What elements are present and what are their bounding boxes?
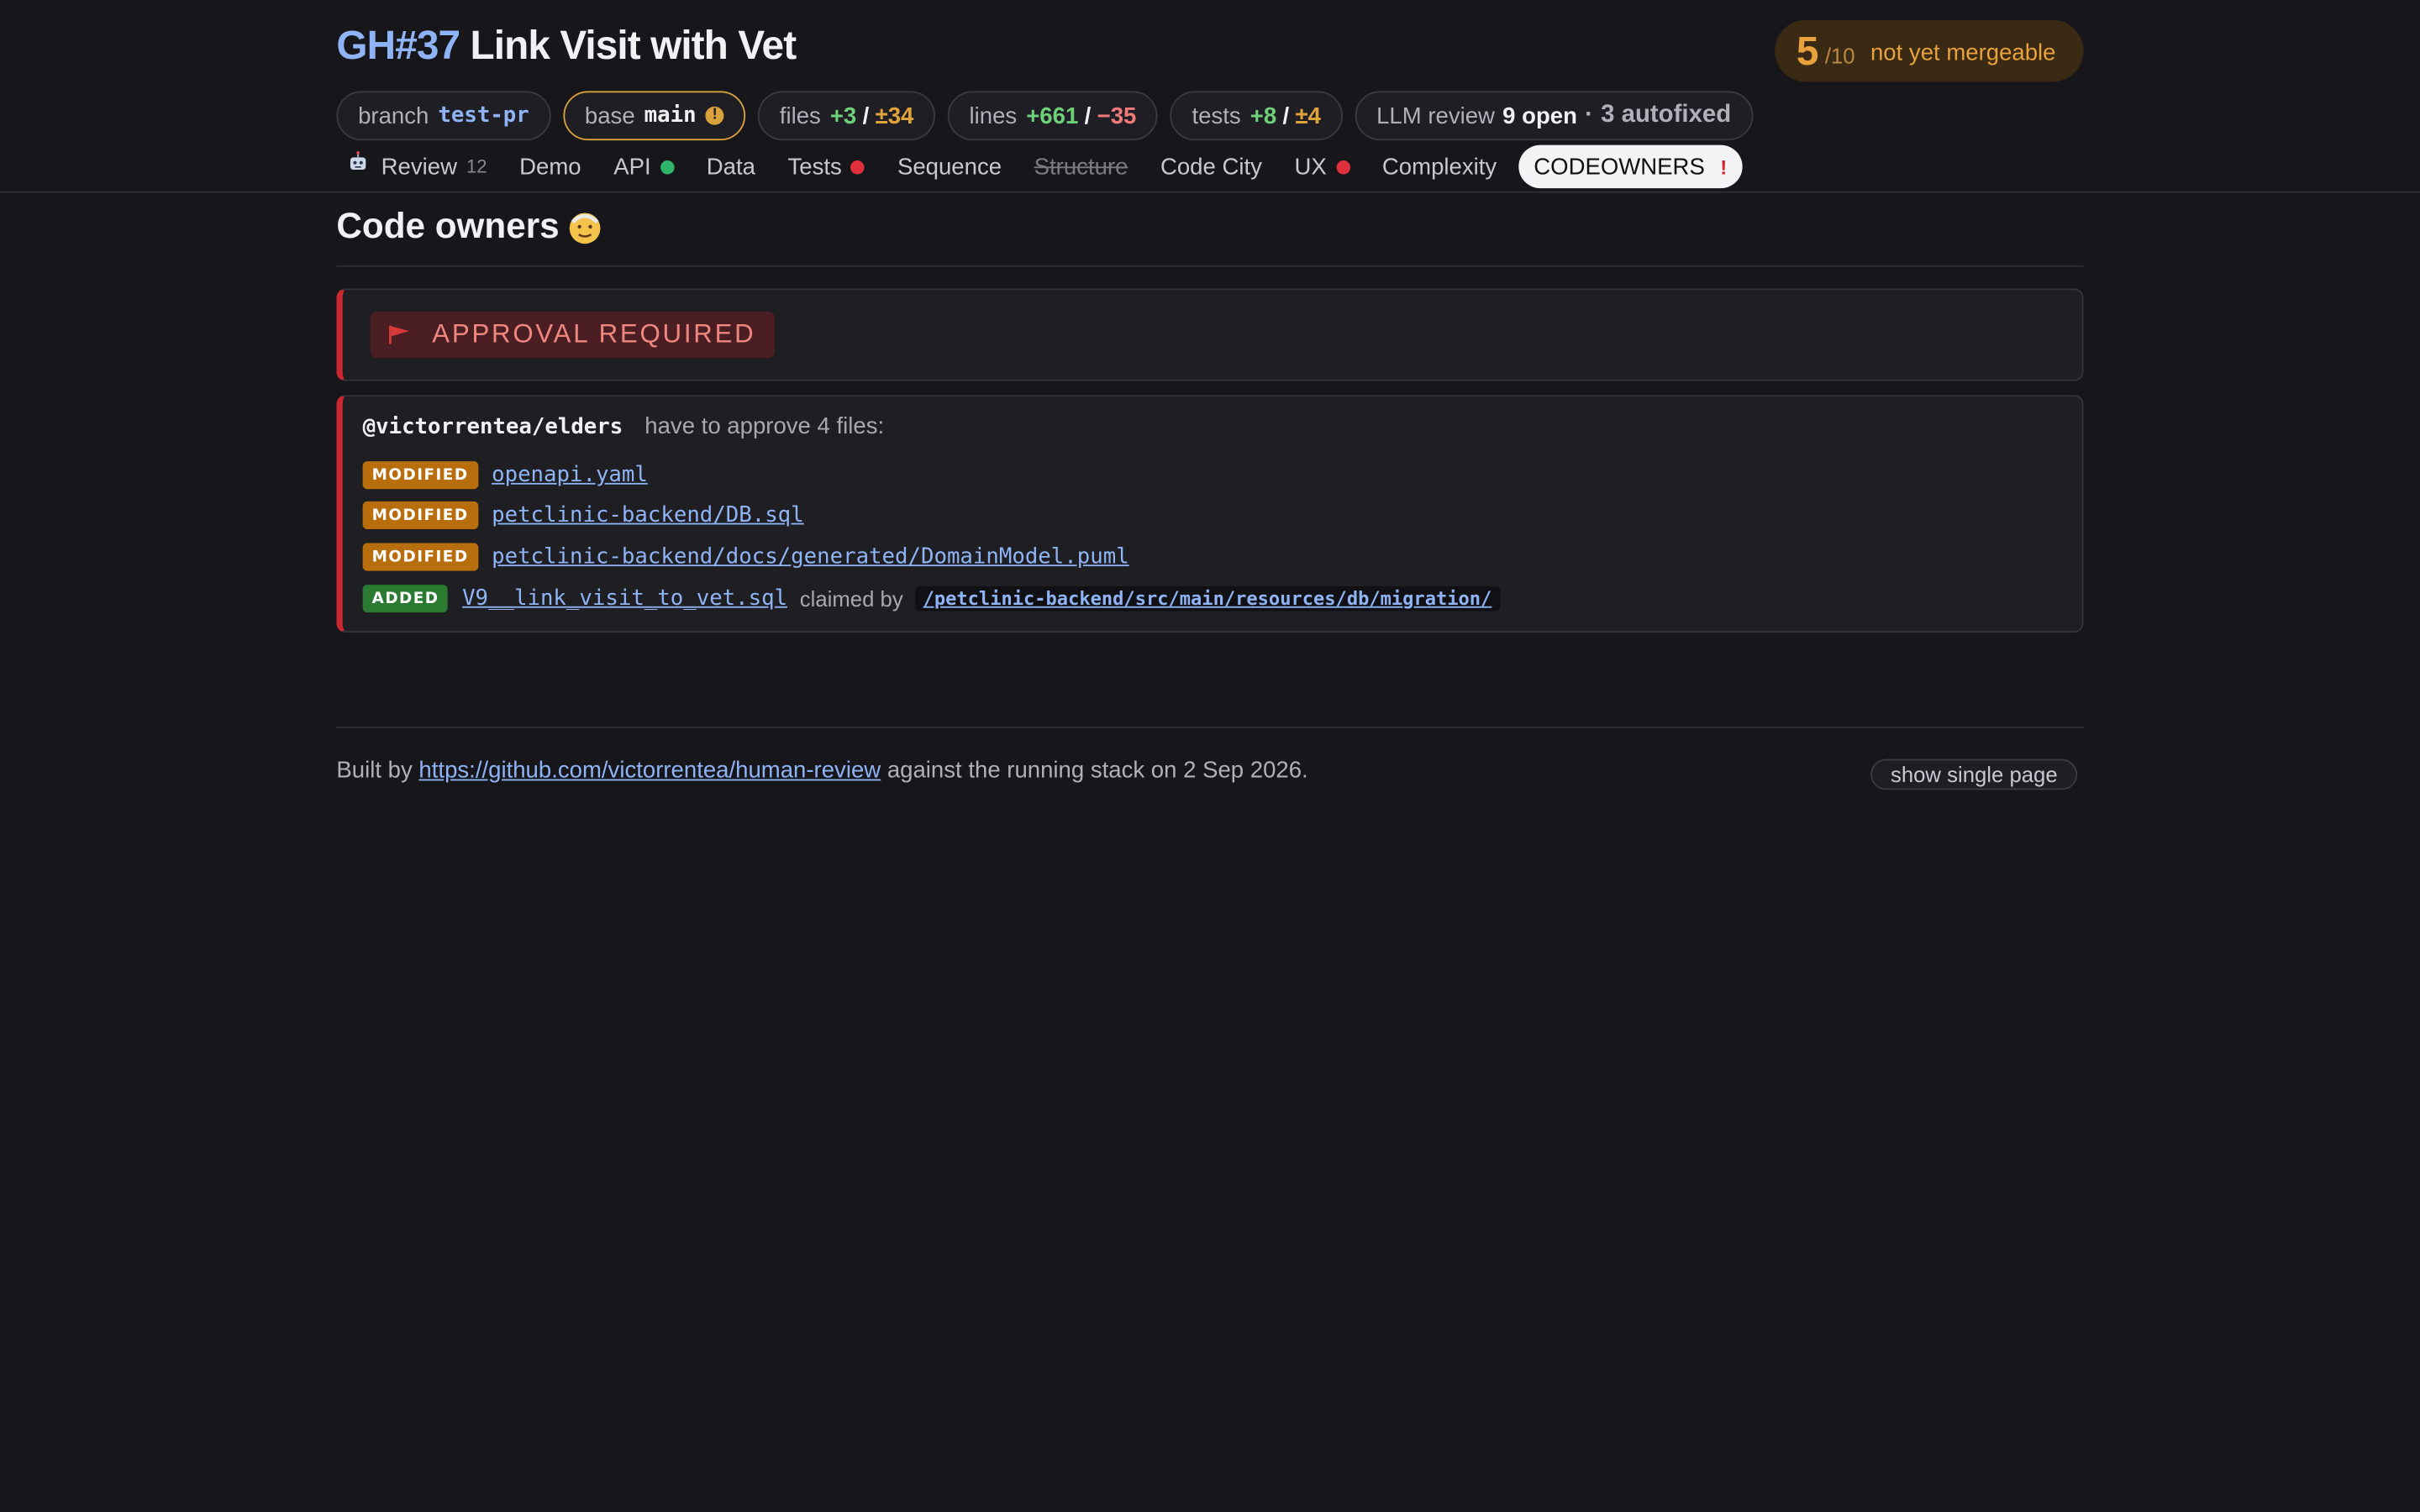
status-badge: ADDED bbox=[362, 585, 449, 613]
tab-tests[interactable]: Tests bbox=[777, 145, 876, 188]
robot-icon bbox=[350, 150, 366, 171]
show-single-page-button[interactable]: show single page bbox=[1870, 759, 2078, 790]
approval-text: APPROVAL REQUIRED bbox=[432, 319, 756, 349]
footer: Built by https://github.com/victorrentea… bbox=[336, 758, 1307, 784]
tab-label: Complexity bbox=[1381, 153, 1497, 180]
file-link[interactable]: V9__link_visit_to_vet.sql bbox=[462, 586, 787, 611]
list-item: MODIFIED petclinic-backend/DB.sql bbox=[362, 498, 804, 532]
tab-codeowners[interactable]: CODEOWNERS ! bbox=[1518, 144, 1743, 189]
llm-open-count: 9 open bbox=[1502, 102, 1577, 129]
tab-sequence[interactable]: Sequence bbox=[886, 145, 1013, 188]
files-added: +3 bbox=[829, 102, 857, 129]
tab-label: Structure bbox=[1034, 153, 1128, 180]
pr-title: Link Visit with Vet bbox=[470, 21, 797, 68]
tab-data[interactable]: Data bbox=[696, 145, 766, 188]
footer-divider bbox=[336, 727, 2084, 728]
lines-chip[interactable]: lines +661 / −35 bbox=[947, 91, 1159, 141]
llm-separator: · bbox=[1585, 102, 1593, 129]
tab-ux[interactable]: UX bbox=[1284, 145, 1361, 188]
tab-demo[interactable]: Demo bbox=[508, 145, 592, 188]
tab-label: CODEOWNERS bbox=[1534, 153, 1705, 180]
tab-label: UX bbox=[1294, 153, 1327, 180]
pr-id-link[interactable]: GH#37 bbox=[336, 22, 460, 68]
score-max: /10 bbox=[1824, 43, 1855, 68]
tests-separator: / bbox=[1282, 102, 1290, 129]
footer-prefix: Built by bbox=[336, 757, 413, 785]
tab-alert-marker: ! bbox=[1720, 155, 1728, 179]
tab-label: API bbox=[613, 153, 651, 180]
tab-bar: Review 12 Demo API Data Tests Sequence S… bbox=[336, 144, 1753, 189]
page-title: GH#37 Link Visit with Vet bbox=[336, 21, 797, 70]
footer-suffix: against the running stack on 2 Sep 2026. bbox=[886, 757, 1308, 785]
llm-autofixed-count: 3 autofixed bbox=[1601, 102, 1732, 129]
tests-label: tests bbox=[1192, 102, 1241, 129]
llm-label: LLM review bbox=[1376, 102, 1495, 129]
claimed-by-label: claimed by bbox=[799, 585, 903, 612]
files-label: files bbox=[779, 102, 821, 129]
tests-added: +8 bbox=[1249, 102, 1277, 129]
list-item: MODIFIED openapi.yaml bbox=[362, 458, 648, 491]
base-value: main bbox=[644, 103, 697, 129]
tab-label: Code City bbox=[1160, 153, 1262, 180]
branch-label: branch bbox=[358, 102, 429, 129]
lines-added: +661 bbox=[1026, 102, 1079, 129]
lines-removed: −35 bbox=[1097, 102, 1137, 129]
list-item: ADDED V9__link_visit_to_vet.sql claimed … bbox=[362, 581, 1500, 615]
old-man-face-icon bbox=[570, 212, 602, 244]
approval-tag: APPROVAL REQUIRED bbox=[370, 312, 775, 359]
header-divider bbox=[0, 191, 2420, 193]
files-chip[interactable]: files +3 / ±34 bbox=[758, 91, 936, 141]
files-separator: / bbox=[862, 102, 870, 129]
tab-complexity[interactable]: Complexity bbox=[1371, 145, 1507, 188]
score-value: 5 bbox=[1796, 27, 1819, 74]
base-label: base bbox=[584, 102, 635, 129]
section-divider bbox=[336, 265, 2084, 267]
footer-repo-link[interactable]: https://github.com/victorrentea/human-re… bbox=[418, 758, 881, 784]
owner-line: @victorrentea/elders have to approve 4 f… bbox=[363, 413, 885, 439]
merge-status: not yet mergeable bbox=[1870, 39, 2056, 66]
status-badge: MODIFIED bbox=[362, 543, 478, 571]
tab-label: Data bbox=[706, 153, 755, 180]
status-badge: MODIFIED bbox=[362, 461, 478, 490]
flag-icon bbox=[388, 325, 409, 344]
section-title: Code owners bbox=[336, 205, 602, 247]
status-badge: MODIFIED bbox=[362, 501, 478, 529]
file-link[interactable]: petclinic-backend/docs/generated/DomainM… bbox=[492, 544, 1129, 569]
stats-chips: branch test-pr base main ! files +3 / ±3… bbox=[336, 91, 1753, 141]
status-dot-red bbox=[850, 160, 865, 174]
approval-alert: APPROVAL REQUIRED bbox=[336, 288, 2084, 381]
tab-count: 12 bbox=[466, 155, 487, 178]
llm-review-chip[interactable]: LLM review 9 open · 3 autofixed bbox=[1355, 91, 1753, 141]
tab-label: Review bbox=[381, 153, 458, 180]
tab-structure[interactable]: Structure bbox=[1023, 145, 1139, 188]
tab-code-city[interactable]: Code City bbox=[1150, 145, 1273, 188]
score-badge: 5 /10 not yet mergeable bbox=[1775, 19, 2084, 82]
file-link[interactable]: openapi.yaml bbox=[492, 463, 648, 487]
owner-team: @victorrentea/elders bbox=[362, 415, 623, 440]
list-item: MODIFIED petclinic-backend/docs/generate… bbox=[362, 540, 1129, 574]
claimed-path-link[interactable]: /petclinic-backend/src/main/resources/db… bbox=[915, 585, 1500, 612]
base-chip[interactable]: base main ! bbox=[563, 91, 746, 141]
page: GH#37 Link Visit with Vet 5 /10 not yet … bbox=[0, 0, 2420, 1512]
status-dot-green bbox=[660, 160, 675, 174]
owners-panel: @victorrentea/elders have to approve 4 f… bbox=[336, 395, 2084, 633]
tab-api[interactable]: API bbox=[602, 145, 685, 188]
lines-label: lines bbox=[969, 102, 1018, 129]
warning-icon: ! bbox=[705, 106, 724, 125]
tab-label: Tests bbox=[787, 153, 842, 180]
tab-review[interactable]: Review 12 bbox=[336, 145, 497, 188]
tab-label: Sequence bbox=[897, 153, 1002, 180]
branch-value: test-pr bbox=[438, 103, 529, 129]
files-changed: ±34 bbox=[875, 102, 914, 129]
lines-separator: / bbox=[1084, 102, 1092, 129]
file-link[interactable]: petclinic-backend/DB.sql bbox=[492, 503, 804, 528]
owner-note: have to approve 4 files: bbox=[644, 413, 885, 440]
status-dot-red bbox=[1335, 160, 1350, 174]
branch-chip[interactable]: branch test-pr bbox=[336, 91, 551, 141]
tests-chip[interactable]: tests +8 / ±4 bbox=[1170, 91, 1343, 141]
tests-changed: ±4 bbox=[1295, 102, 1321, 129]
tab-label: Demo bbox=[519, 153, 581, 180]
section-title-text: Code owners bbox=[336, 205, 560, 246]
